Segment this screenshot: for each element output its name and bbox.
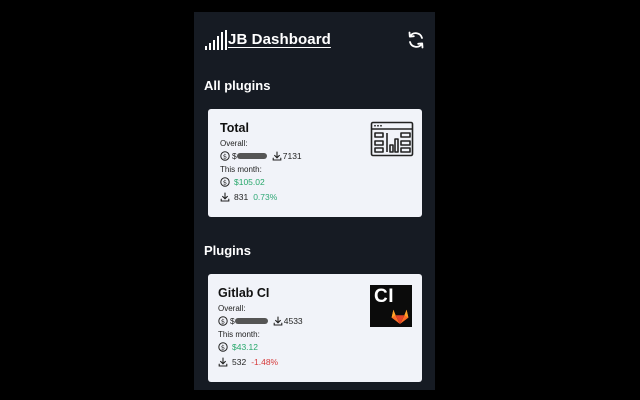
download-icon bbox=[220, 192, 230, 202]
month-revenue-row: $ $43.12 bbox=[218, 341, 258, 353]
month-downloads-row: 831 0.73% bbox=[220, 191, 277, 203]
month-change: 0.73% bbox=[253, 192, 278, 202]
month-revenue: $105.02 bbox=[234, 177, 265, 187]
month-revenue-row: $ $105.02 bbox=[220, 176, 265, 188]
logo-text: CI bbox=[374, 286, 394, 307]
download-icon bbox=[218, 357, 228, 367]
overall-label: Overall: bbox=[218, 304, 246, 313]
svg-text:$: $ bbox=[223, 152, 227, 160]
dashboard-layout-icon bbox=[370, 121, 414, 157]
section-title-plugins: Plugins bbox=[204, 243, 251, 258]
dashboard-popup: JB Dashboard All plugins Total Overall: … bbox=[194, 12, 435, 390]
download-icon bbox=[273, 316, 283, 326]
overall-row: $ $ 7131 bbox=[220, 150, 302, 162]
svg-text:$: $ bbox=[221, 343, 225, 351]
month-revenue: $43.12 bbox=[232, 342, 258, 352]
month-label: This month: bbox=[220, 165, 262, 174]
dollar-coin-icon: $ bbox=[220, 151, 230, 161]
card-title: Gitlab CI bbox=[218, 286, 270, 300]
svg-text:$: $ bbox=[223, 178, 227, 186]
month-downloads-row: 532 -1.48% bbox=[218, 356, 278, 368]
section-title-all-plugins: All plugins bbox=[204, 78, 271, 93]
overall-label: Overall: bbox=[220, 139, 248, 148]
refresh-icon[interactable] bbox=[406, 30, 426, 50]
redacted-revenue bbox=[236, 153, 267, 159]
dollar-coin-icon: $ bbox=[218, 342, 228, 352]
dollar-coin-icon: $ bbox=[218, 316, 228, 326]
month-downloads: 532 bbox=[232, 357, 247, 367]
bar-levels-icon bbox=[205, 30, 227, 50]
overall-row: $ $ 4533 bbox=[218, 315, 303, 327]
plugin-card-gitlab-ci[interactable]: Gitlab CI Overall: $ $ 4533 This month: bbox=[208, 274, 422, 382]
overall-downloads: 4533 bbox=[283, 316, 303, 326]
total-card[interactable]: Total Overall: $ $ 7131 This month: $ $1… bbox=[208, 109, 422, 217]
download-icon bbox=[272, 151, 282, 161]
app-title[interactable]: JB Dashboard bbox=[228, 31, 331, 48]
svg-text:$: $ bbox=[221, 317, 225, 325]
overall-downloads: 7131 bbox=[282, 151, 302, 161]
redacted-revenue bbox=[234, 318, 268, 324]
dollar-coin-icon: $ bbox=[220, 177, 230, 187]
card-title: Total bbox=[220, 121, 249, 135]
gitlab-ci-logo-icon: CI bbox=[370, 285, 412, 327]
header: JB Dashboard bbox=[204, 30, 426, 52]
gitlab-fox-icon bbox=[391, 309, 409, 324]
month-label: This month: bbox=[218, 330, 260, 339]
month-change: -1.48% bbox=[251, 357, 279, 367]
month-downloads: 831 bbox=[234, 192, 249, 202]
